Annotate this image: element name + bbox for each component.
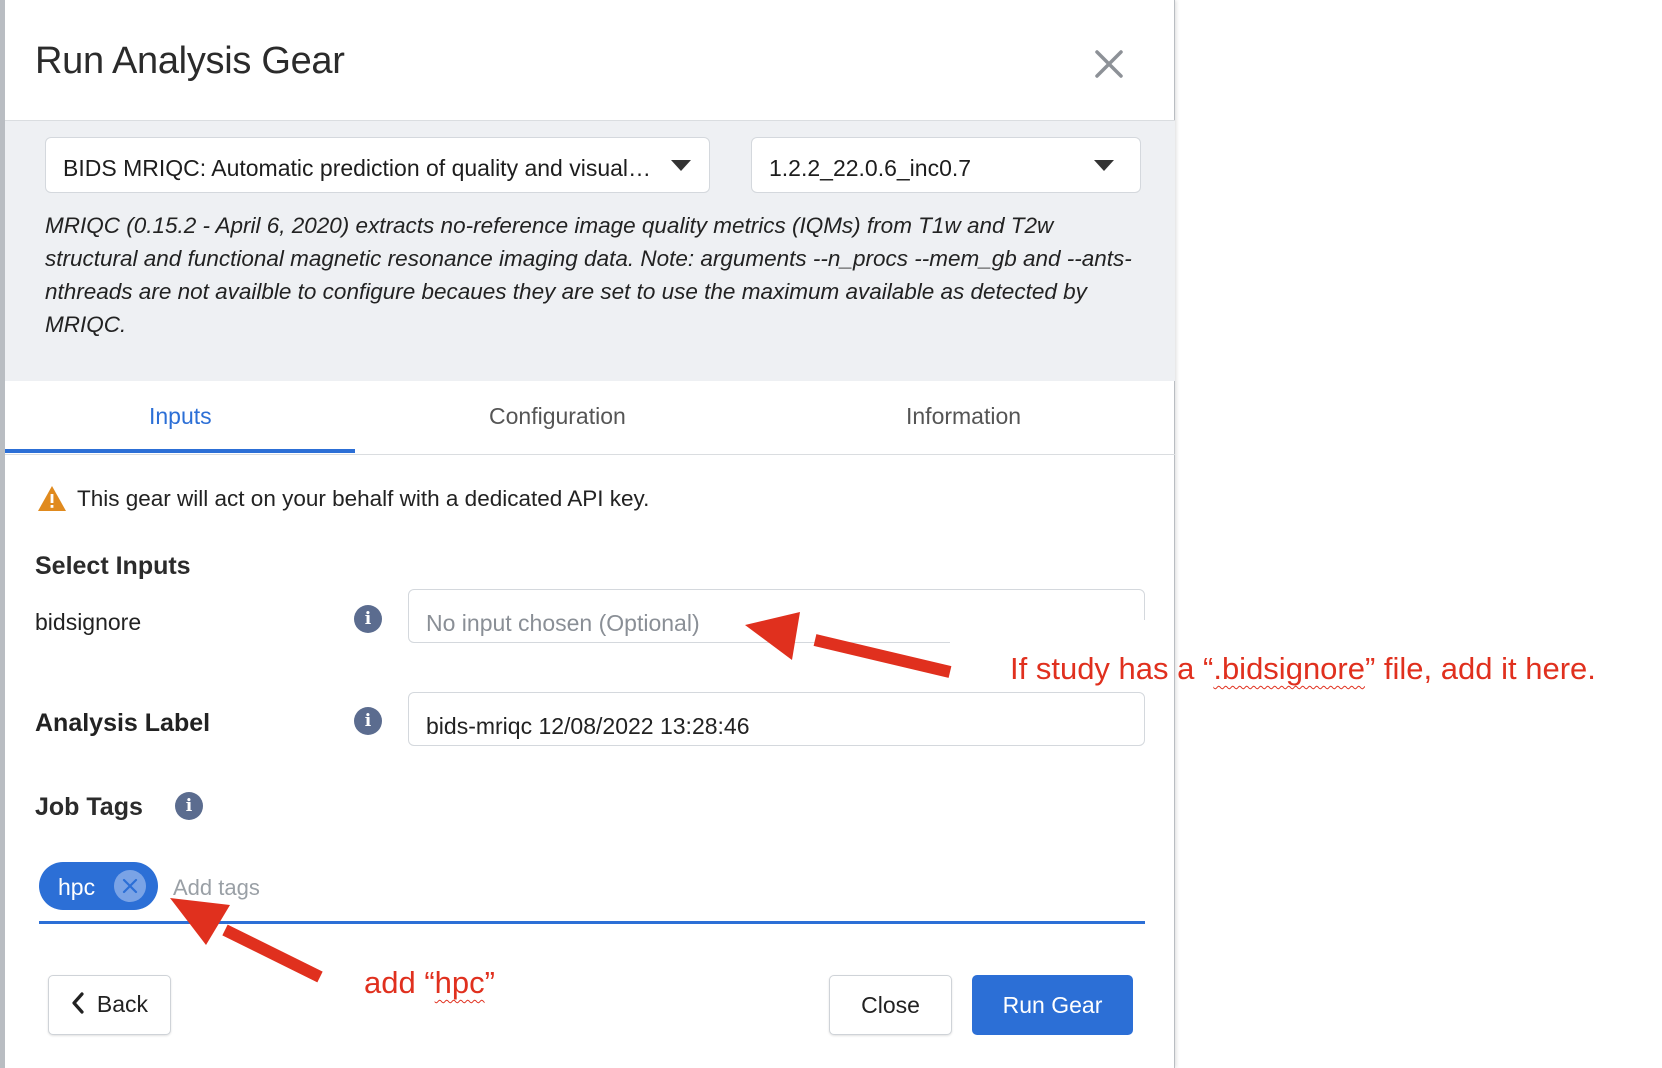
dialog-tabs: Inputs Configuration Information xyxy=(5,381,1175,455)
remove-tag-icon[interactable] xyxy=(114,870,146,902)
run-analysis-gear-dialog: Run Analysis Gear BIDS MRIQC: Automatic … xyxy=(0,0,1175,1068)
job-tags-heading: Job Tags xyxy=(35,793,143,821)
analysis-label-heading: Analysis Label xyxy=(35,709,211,737)
gear-description: MRIQC (0.15.2 - April 6, 2020) extracts … xyxy=(45,213,1132,337)
chevron-down-icon xyxy=(671,160,691,171)
run-gear-button[interactable]: Run Gear xyxy=(972,975,1133,1035)
tag-chip-label: hpc xyxy=(58,874,96,900)
tag-chip: hpc xyxy=(39,862,158,910)
api-key-warning: This gear will act on your behalf with a… xyxy=(37,485,649,512)
back-button[interactable]: Back xyxy=(48,975,171,1035)
info-icon[interactable]: i xyxy=(354,707,382,735)
hpc-annotation: add “hpc” xyxy=(364,965,495,1001)
bidsignore-label: bidsignore xyxy=(35,609,142,635)
gear-select[interactable]: BIDS MRIQC: Automatic prediction of qual… xyxy=(45,137,710,193)
chevron-left-icon xyxy=(71,991,85,1020)
chevron-down-icon xyxy=(1094,160,1114,171)
select-inputs-heading: Select Inputs xyxy=(35,552,191,580)
bidsignore-annotation: If study has a “.bidsignore” file, add i… xyxy=(1010,651,1596,687)
tab-configuration[interactable]: Configuration xyxy=(489,403,626,430)
gear-selection-panel: BIDS MRIQC: Automatic prediction of qual… xyxy=(5,121,1175,381)
close-button[interactable]: Close xyxy=(829,975,952,1035)
analysis-label-input[interactable] xyxy=(408,692,1145,746)
warning-text: This gear will act on your behalf with a… xyxy=(77,485,650,511)
job-tags-field: hpc xyxy=(39,862,1145,924)
dialog-title: Run Analysis Gear xyxy=(35,40,345,82)
gear-select-value: BIDS MRIQC: Automatic prediction of qual… xyxy=(63,155,653,181)
add-tags-input[interactable] xyxy=(173,870,873,906)
annotation-keyword: .bidsignore xyxy=(1213,651,1365,686)
annotation-text: ” file, add it here. xyxy=(1364,651,1596,686)
info-icon[interactable]: i xyxy=(175,792,203,820)
dialog-header: Run Analysis Gear xyxy=(5,0,1175,121)
version-select[interactable]: 1.2.2_22.0.6_inc0.7 xyxy=(751,137,1141,193)
tab-inputs[interactable]: Inputs xyxy=(149,403,212,430)
annotation-text: ” xyxy=(484,965,495,1000)
annotation-text: If study has a “ xyxy=(1010,651,1214,686)
warning-triangle-icon xyxy=(38,486,66,511)
back-button-label: Back xyxy=(96,990,149,1017)
annotation-keyword: hpc xyxy=(434,965,485,1000)
info-icon[interactable]: i xyxy=(354,605,382,633)
annotation-text: add “ xyxy=(364,965,435,1000)
version-select-value: 1.2.2_22.0.6_inc0.7 xyxy=(769,155,972,181)
tab-information[interactable]: Information xyxy=(906,403,1021,430)
active-tab-indicator xyxy=(5,449,355,453)
close-icon[interactable] xyxy=(1087,42,1131,86)
